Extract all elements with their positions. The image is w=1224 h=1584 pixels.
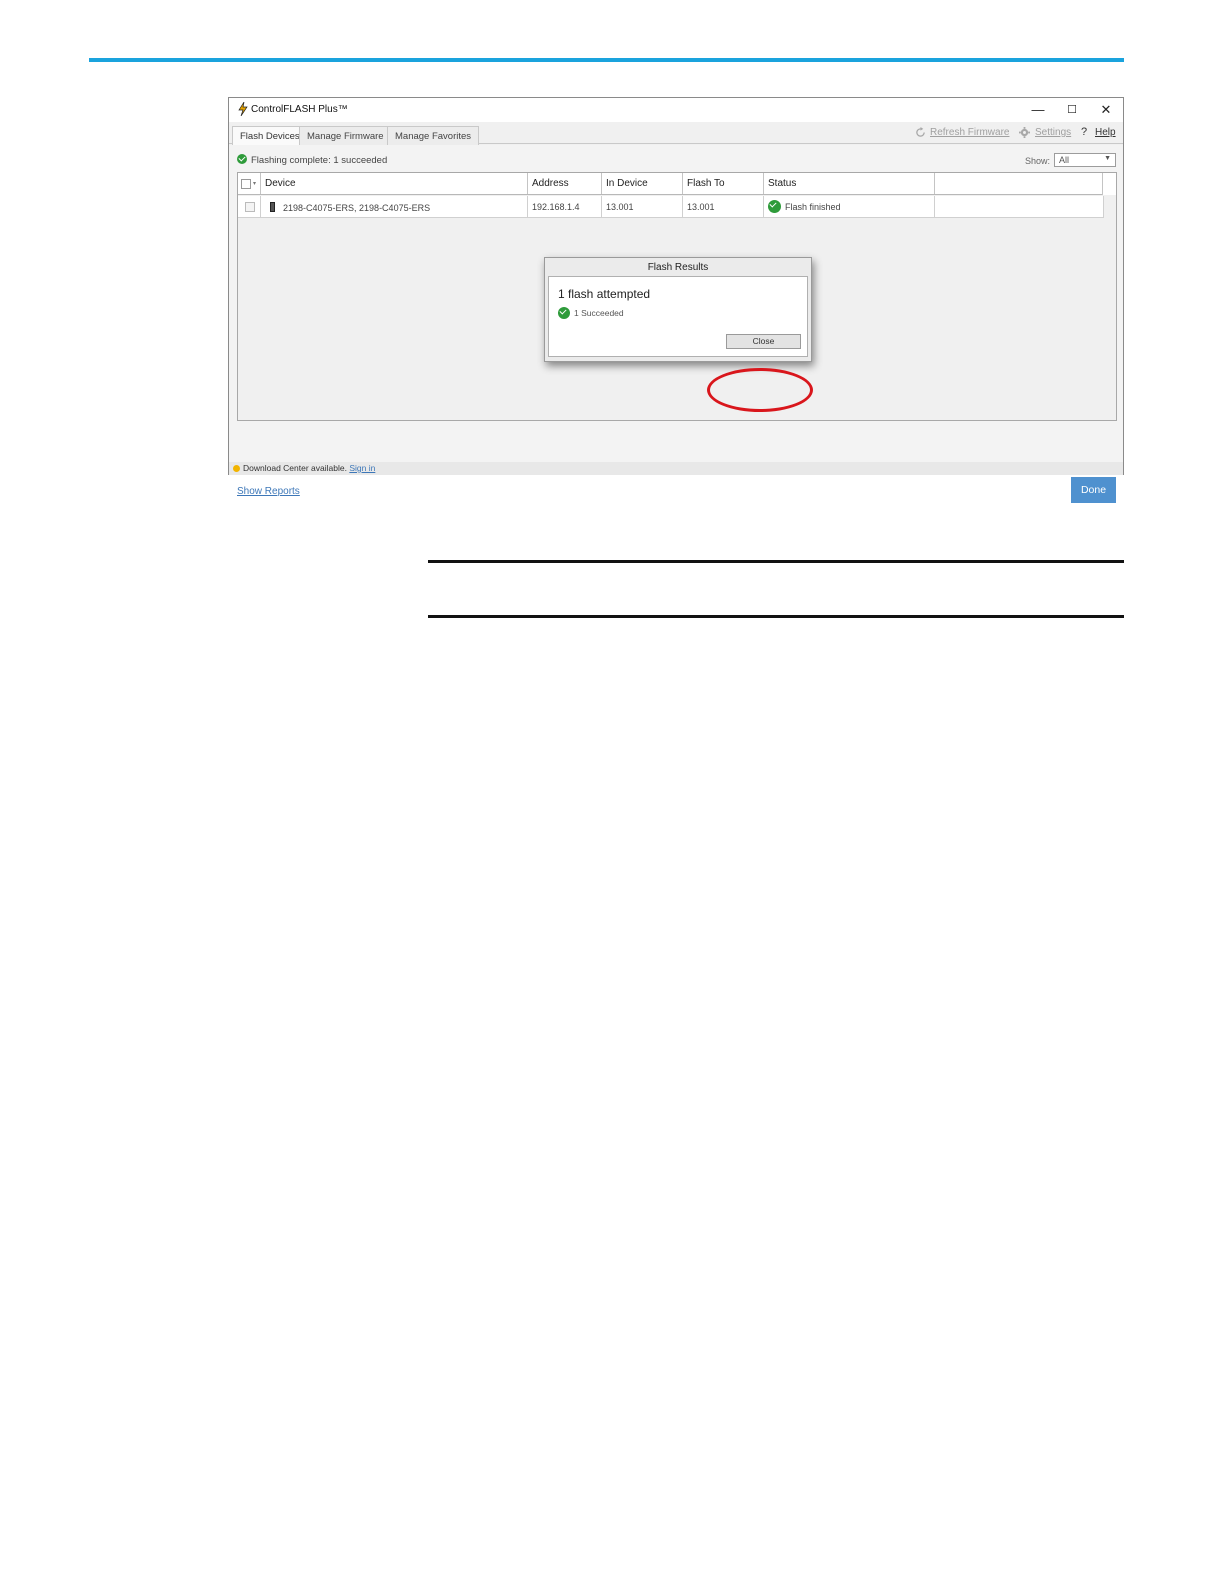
column-header-device[interactable]: Device <box>261 173 528 194</box>
flash-results-dialog: Flash Results 1 flash attempted 1 Succee… <box>544 257 812 362</box>
statusbar-text: Download Center available. <box>243 463 347 473</box>
column-header-in-device[interactable]: In Device <box>602 173 683 194</box>
drive-device-icon <box>270 202 275 212</box>
app-lightning-icon <box>238 102 248 116</box>
flash-devices-panel: Flashing complete: 1 succeeded Show: All… <box>229 145 1123 503</box>
column-header-flash-to[interactable]: Flash To <box>683 173 764 194</box>
succeeded-line: 1 Succeeded <box>558 307 624 319</box>
sign-in-link[interactable]: Sign in <box>349 463 375 473</box>
table-row[interactable]: 2198-C4075-ERS, 2198-C4075-ERS 192.168.1… <box>238 196 1104 218</box>
device-name: 2198-C4075-ERS, 2198-C4075-ERS <box>283 203 431 213</box>
flash-attempted-text: 1 flash attempted <box>558 287 651 301</box>
succeeded-text: 1 Succeeded <box>574 308 624 318</box>
succeeded-check-icon <box>558 307 570 319</box>
flash-status-line: Flashing complete: 1 succeeded <box>237 154 387 166</box>
select-all-header: ▾ <box>238 173 261 194</box>
row-checkbox[interactable] <box>245 202 255 212</box>
column-header-extra <box>935 173 1104 194</box>
status-cell: Flash finished <box>764 196 935 217</box>
tab-bar: Flash Devices Manage Firmware Manage Fav… <box>229 122 1123 146</box>
select-all-checkbox[interactable] <box>241 179 251 189</box>
row-select-cell <box>238 196 261 217</box>
select-dropdown-icon[interactable]: ▾ <box>253 180 256 187</box>
refresh-firmware-link[interactable]: Refresh Firmware <box>930 127 1009 138</box>
column-header-address[interactable]: Address <box>528 173 602 194</box>
tab-flash-devices[interactable]: Flash Devices <box>232 126 308 146</box>
window-title: ControlFLASH Plus™ <box>251 104 348 115</box>
refresh-icon <box>916 127 925 137</box>
show-filter-label: Show: <box>1025 156 1051 166</box>
close-window-button[interactable]: ✕ <box>1091 100 1121 120</box>
column-header-status[interactable]: Status <box>764 173 935 194</box>
help-link[interactable]: Help <box>1095 127 1116 138</box>
close-dialog-button[interactable]: Close <box>726 334 801 349</box>
divider-top <box>428 560 1124 563</box>
divider-bottom <box>428 615 1124 618</box>
table-header: ▾ Device Address In Device Flash To Stat… <box>238 173 1116 195</box>
show-filter-select[interactable]: All ▼ <box>1054 153 1116 167</box>
flash-to-cell: 13.001 <box>683 196 764 217</box>
show-filter-value: All <box>1059 155 1070 165</box>
maximize-button[interactable]: ☐ <box>1057 100 1087 120</box>
info-dot-icon <box>233 465 240 472</box>
dialog-title: Flash Results <box>647 262 709 273</box>
gear-icon <box>1019 127 1030 138</box>
table-scrollbar[interactable] <box>1102 173 1116 195</box>
show-reports-link[interactable]: Show Reports <box>237 486 300 497</box>
success-check-icon <box>237 154 247 164</box>
dialog-body: 1 flash attempted 1 Succeeded Close <box>548 276 808 357</box>
device-cell: 2198-C4075-ERS, 2198-C4075-ERS <box>261 196 528 217</box>
help-icon: ? <box>1081 126 1088 138</box>
highlight-circle <box>707 368 813 412</box>
top-accent-rule <box>89 58 1124 62</box>
controlflash-window: ControlFLASH Plus™ — ☐ ✕ Flash Devices M… <box>228 97 1124 503</box>
done-button[interactable]: Done <box>1071 477 1116 503</box>
extra-cell <box>935 196 1104 217</box>
settings-link[interactable]: Settings <box>1035 127 1071 138</box>
tab-manage-firmware[interactable]: Manage Firmware <box>299 126 392 145</box>
status-bar: Download Center available. Sign in <box>229 462 1123 475</box>
flash-status-text: Flashing complete: 1 succeeded <box>251 155 388 166</box>
flash-finished-check-icon <box>768 200 781 213</box>
address-cell: 192.168.1.4 <box>528 196 602 217</box>
title-bar: ControlFLASH Plus™ — ☐ ✕ <box>229 98 1123 122</box>
tab-manage-favorites[interactable]: Manage Favorites <box>387 126 480 145</box>
chevron-down-icon: ▼ <box>1104 155 1111 162</box>
minimize-button[interactable]: — <box>1023 100 1053 120</box>
status-text: Flash finished <box>785 202 841 212</box>
in-device-cell: 13.001 <box>602 196 683 217</box>
